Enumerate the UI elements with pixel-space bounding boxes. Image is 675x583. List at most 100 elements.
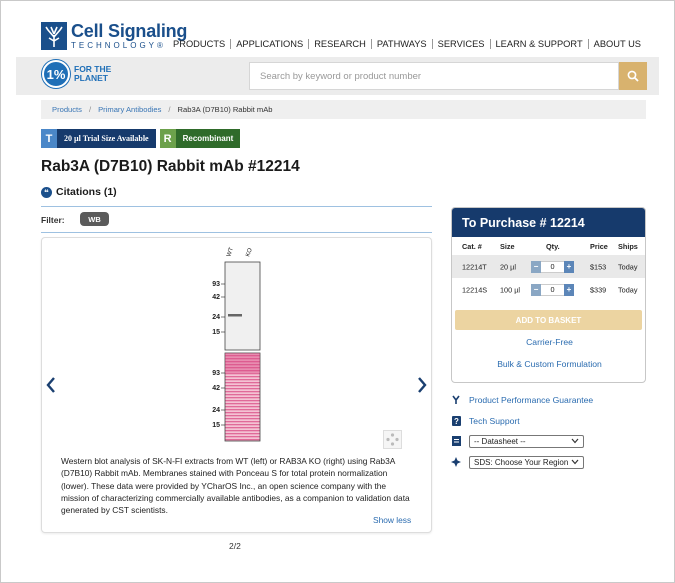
- svg-text:?: ?: [454, 417, 459, 426]
- quantity-stepper: − 0 +: [531, 260, 574, 273]
- sds-select-value: SDS: Choose Your Region: [474, 457, 569, 467]
- price: $153: [590, 262, 607, 271]
- search-input[interactable]: Search by keyword or product number: [249, 62, 619, 90]
- add-to-basket-button[interactable]: ADD TO BASKET: [455, 310, 642, 330]
- carousel-pager: 2/2: [229, 541, 241, 551]
- carousel-next-button[interactable]: [416, 376, 428, 394]
- col-ships: Ships: [618, 242, 638, 251]
- show-less-link[interactable]: Show less: [373, 515, 411, 525]
- size: 20 µl: [500, 262, 516, 271]
- one-percent-logo[interactable]: 1% FOR THE PLANET: [42, 60, 111, 88]
- col-cat: Cat. #: [462, 242, 482, 251]
- search-icon: [627, 70, 639, 82]
- size: 100 µl: [500, 285, 521, 294]
- help-icon: ?: [451, 416, 461, 426]
- breadcrumb-current: Rab3A (D7B10) Rabbit mAb: [177, 105, 273, 114]
- nav-research[interactable]: RESEARCH: [308, 39, 371, 49]
- qty-decrement-button[interactable]: −: [531, 283, 541, 296]
- qty-decrement-button[interactable]: −: [531, 260, 541, 273]
- cat-number: 12214S: [462, 285, 488, 294]
- nav-pathways[interactable]: PATHWAYS: [370, 39, 432, 49]
- trial-badge-key: T: [41, 129, 57, 148]
- marker-42: 42: [212, 294, 220, 301]
- one-percent-badge: 1%: [42, 60, 70, 88]
- breadcrumb-separator: /: [88, 105, 92, 114]
- lane-label-ko: KO: [245, 247, 254, 258]
- quote-icon: ❝: [41, 186, 52, 198]
- globe-icon: [451, 457, 461, 467]
- quantity-stepper: − 0 +: [531, 283, 574, 296]
- bulk-custom-link[interactable]: Bulk & Custom Formulation: [452, 359, 645, 369]
- purchase-title: To Purchase # 12214: [452, 208, 645, 237]
- expand-icon: [386, 433, 399, 446]
- chevron-down-icon: [571, 459, 579, 465]
- chevron-down-icon: [571, 438, 579, 444]
- marker-93: 93: [212, 370, 220, 377]
- breadcrumb: Products / Primary Antibodies / Rab3A (D…: [41, 100, 646, 119]
- filter-wb-pill[interactable]: WB: [80, 212, 109, 226]
- col-size: Size: [500, 242, 515, 251]
- document-icon: [451, 436, 461, 446]
- marker-24: 24: [212, 407, 220, 414]
- tech-support-link[interactable]: ? Tech Support: [451, 414, 651, 428]
- table-row: 12214T 20 µl − 0 + $153 Today: [452, 255, 645, 278]
- marker-15: 15: [212, 329, 220, 336]
- trial-size-badge[interactable]: T 20 µl Trial Size Available: [41, 129, 156, 148]
- cst-logo[interactable]: Cell Signaling TECHNOLOGY®: [41, 22, 187, 50]
- image-caption: Western blot analysis of SK-N-FI extract…: [61, 456, 410, 516]
- table-row: 12214S 100 µl − 0 + $339 Today: [452, 278, 645, 301]
- qty-input[interactable]: 0: [541, 283, 564, 296]
- cat-number: 12214T: [462, 262, 487, 271]
- nav-products[interactable]: PRODUCTS: [168, 39, 230, 49]
- qty-input[interactable]: 0: [541, 260, 564, 273]
- guarantee-label: Product Performance Guarantee: [469, 395, 594, 405]
- nav-learn-support[interactable]: LEARN & SUPPORT: [489, 39, 588, 49]
- guarantee-link[interactable]: Product Performance Guarantee: [451, 393, 651, 407]
- datasheet-select-value: -- Datasheet --: [474, 436, 526, 446]
- main-nav: PRODUCTS APPLICATIONS RESEARCH PATHWAYS …: [168, 39, 646, 49]
- carrier-free-link[interactable]: Carrier-Free: [452, 337, 645, 347]
- breadcrumb-separator: /: [168, 105, 171, 114]
- divider: [41, 232, 432, 233]
- marker-42: 42: [212, 385, 220, 392]
- citations-label: Citations (1): [56, 186, 117, 198]
- tree-logo-icon: [41, 22, 67, 50]
- trial-badge-label: 20 µl Trial Size Available: [57, 129, 156, 148]
- marker-15: 15: [212, 422, 220, 429]
- price: $339: [590, 285, 607, 294]
- qty-increment-button[interactable]: +: [564, 283, 574, 296]
- breadcrumb-products[interactable]: Products: [52, 105, 82, 114]
- carousel-prev-button[interactable]: [45, 376, 57, 394]
- ships: Today: [618, 285, 638, 294]
- search-button[interactable]: [619, 62, 647, 90]
- datasheet-row: -- Datasheet --: [451, 434, 651, 448]
- guarantee-icon: [451, 395, 461, 405]
- citations-link[interactable]: ❝ Citations (1): [41, 186, 117, 198]
- col-price: Price: [590, 242, 608, 251]
- brand-name: Cell Signaling: [71, 21, 188, 41]
- one-percent-line2: PLANET: [74, 73, 108, 83]
- recombinant-badge-key: R: [159, 129, 176, 148]
- western-blot-image: WT KO 93 42 24 15 93 42 24 15: [212, 247, 261, 442]
- nav-about-us[interactable]: ABOUT US: [587, 39, 646, 49]
- nav-services[interactable]: SERVICES: [431, 39, 490, 49]
- datasheet-select[interactable]: -- Datasheet --: [469, 434, 584, 448]
- purchase-panel: To Purchase # 12214 Cat. # Size Qty. Pri…: [451, 207, 646, 383]
- qty-increment-button[interactable]: +: [564, 260, 574, 273]
- expand-image-button[interactable]: [383, 430, 402, 449]
- marker-24: 24: [212, 314, 220, 321]
- tech-support-label: Tech Support: [469, 416, 520, 426]
- marker-93: 93: [212, 281, 220, 288]
- divider: [41, 206, 432, 207]
- sds-select[interactable]: SDS: Choose Your Region: [469, 455, 584, 469]
- sds-row: SDS: Choose Your Region: [451, 455, 651, 469]
- product-title: Rab3A (D7B10) Rabbit mAb #12214: [41, 158, 300, 175]
- lane-label-wt: WT: [226, 247, 235, 258]
- filter-label: Filter:: [41, 215, 65, 225]
- product-badges: T 20 µl Trial Size Available R Recombina…: [41, 129, 244, 148]
- nav-applications[interactable]: APPLICATIONS: [230, 39, 308, 49]
- breadcrumb-primary-antibodies[interactable]: Primary Antibodies: [98, 105, 161, 114]
- col-qty: Qty.: [546, 242, 560, 251]
- ships: Today: [618, 262, 638, 271]
- recombinant-badge[interactable]: R Recombinant: [159, 129, 241, 148]
